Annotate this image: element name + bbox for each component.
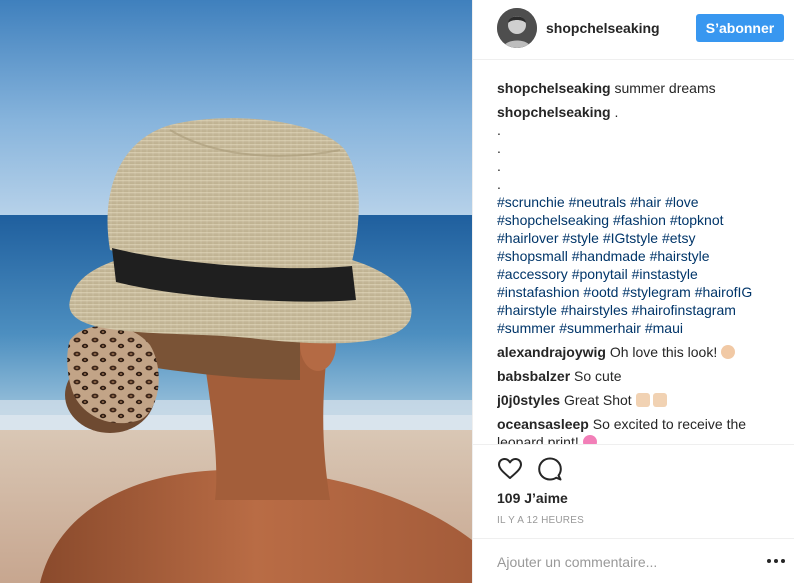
- hashtag-link[interactable]: #hairstyle: [650, 248, 710, 264]
- hashtag-link[interactable]: #hairofinstagram: [632, 302, 736, 318]
- comment-username[interactable]: shopchelseaking: [497, 104, 611, 120]
- hashtag-link[interactable]: #etsy: [662, 230, 695, 246]
- caption-dot: .: [497, 122, 501, 138]
- avatar[interactable]: [497, 8, 537, 48]
- hashtag-link[interactable]: #hairstyle: [497, 302, 557, 318]
- comment-text: Great Shot: [563, 392, 632, 408]
- hashtag-link[interactable]: #ootd: [583, 284, 618, 300]
- hashtag-link[interactable]: #fashion: [613, 212, 666, 228]
- comment-input[interactable]: [497, 552, 747, 572]
- comment-text: So cute: [574, 368, 622, 384]
- comment-text: summer dreams: [614, 80, 716, 96]
- hashtag-link[interactable]: #hairofIG: [695, 284, 753, 300]
- comments-list[interactable]: shopchelseaking summer dreams shopchelse…: [497, 79, 787, 445]
- hashtag-link[interactable]: #stylegram: [622, 284, 690, 300]
- hashtag-link[interactable]: #shopchelseaking: [497, 212, 609, 228]
- add-comment-bar: [473, 538, 794, 583]
- hashtag-link[interactable]: #accessory: [497, 266, 568, 282]
- action-bar: [497, 456, 777, 482]
- hashtag-link[interactable]: #summerhair: [559, 320, 641, 336]
- thumbs-up-emoji: [635, 393, 650, 407]
- heart-icon[interactable]: [497, 456, 523, 482]
- comment-username[interactable]: shopchelseaking: [497, 80, 611, 96]
- hashtag-link[interactable]: #instastyle: [632, 266, 698, 282]
- post-details-panel: shopchelseaking S’abonner shopchelseakin…: [472, 0, 794, 583]
- comment-username[interactable]: alexandrajoywig: [497, 344, 606, 360]
- list-item: oceansasleep So excited to receive the l…: [497, 415, 787, 445]
- post-timestamp: IL Y A 12 HEURES: [497, 515, 584, 526]
- follow-button[interactable]: S’abonner: [696, 14, 784, 42]
- divider: [473, 444, 794, 445]
- caption-dot: .: [497, 158, 501, 174]
- hashtag-link[interactable]: #neutrals: [569, 194, 627, 210]
- caption-dot: .: [497, 140, 501, 156]
- comment-bubble-icon[interactable]: [537, 456, 563, 482]
- hashtag-link[interactable]: #hairstyles: [561, 302, 628, 318]
- hashtag-link[interactable]: #shopsmall: [497, 248, 568, 264]
- hashtag-link[interactable]: #instafashion: [497, 284, 580, 300]
- list-item: j0j0styles Great Shot: [497, 391, 787, 409]
- hashtag-link[interactable]: #style: [562, 230, 599, 246]
- list-item: babsbalzer So cute: [497, 367, 787, 385]
- hashtag-link[interactable]: #IGtstyle: [603, 230, 658, 246]
- hashtag-list: #scrunchie #neutrals #hair #love #shopch…: [497, 193, 769, 337]
- comment-text: Oh love this look!: [609, 344, 718, 360]
- hashtag-link[interactable]: #summer: [497, 320, 555, 336]
- list-item: alexandrajoywig Oh love this look!: [497, 343, 787, 361]
- photo-image: [0, 0, 472, 583]
- hashtag-link[interactable]: #handmade: [572, 248, 646, 264]
- comment-username[interactable]: babsbalzer: [497, 368, 570, 384]
- comment-username[interactable]: oceansasleep: [497, 416, 589, 432]
- likes-count[interactable]: 109 J’aime: [497, 490, 568, 506]
- thumbs-up-emoji: [653, 393, 668, 407]
- hashtag-link[interactable]: #hairlover: [497, 230, 558, 246]
- hashtag-link[interactable]: #topknot: [670, 212, 724, 228]
- hashtag-link[interactable]: #scrunchie: [497, 194, 565, 210]
- more-options-icon[interactable]: [767, 557, 785, 565]
- caption-body: shopchelseaking . . . . . #scrunchie #ne…: [497, 103, 787, 337]
- caption-comment: shopchelseaking summer dreams: [497, 79, 787, 97]
- author-username[interactable]: shopchelseaking: [546, 20, 660, 36]
- post-header: shopchelseaking S’abonner: [473, 0, 794, 60]
- profile-photo-icon: [497, 8, 537, 48]
- hashtag-link[interactable]: #maui: [645, 320, 683, 336]
- comment-username[interactable]: j0j0styles: [497, 392, 560, 408]
- post-photo[interactable]: [0, 0, 472, 583]
- ok-hand-emoji: [721, 345, 736, 359]
- caption-dot: .: [497, 176, 501, 192]
- hashtag-link[interactable]: #love: [665, 194, 698, 210]
- instagram-post: shopchelseaking S’abonner shopchelseakin…: [0, 0, 794, 583]
- hashtag-link[interactable]: #ponytail: [572, 266, 628, 282]
- hashtag-link[interactable]: #hair: [630, 194, 661, 210]
- comment-text: .: [614, 104, 619, 120]
